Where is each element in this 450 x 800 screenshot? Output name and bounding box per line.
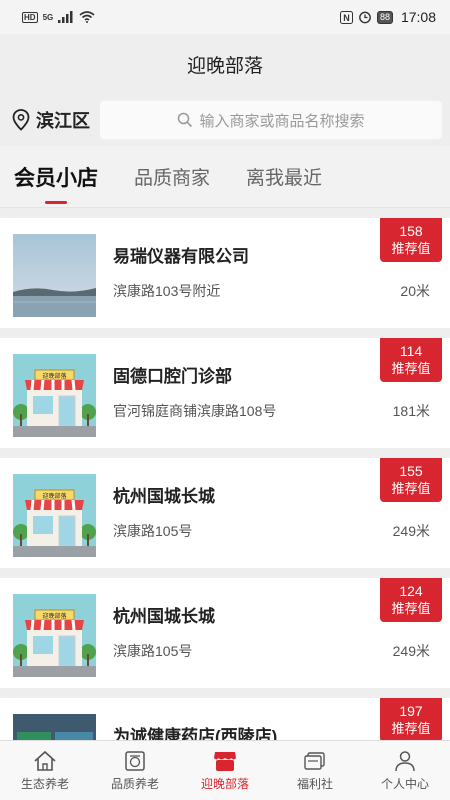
nav-quality-elderly[interactable]: 品质养老: [90, 741, 180, 800]
category-tabs: 会员小店 品质商家 离我最近: [0, 146, 450, 208]
home-icon: [34, 750, 56, 771]
shop-image-storefront: 迎晚部落: [13, 594, 96, 677]
recommend-score: 158: [399, 223, 423, 239]
tab-label: 会员小店: [14, 166, 98, 190]
recommend-score: 197: [399, 703, 423, 719]
wifi-icon: [79, 11, 95, 23]
recommend-score: 124: [399, 583, 423, 599]
search-row: 滨江区 输入商家或商品名称搜索: [0, 94, 450, 146]
tab-member-shops[interactable]: 会员小店: [14, 162, 98, 204]
tab-label: 品质商家: [134, 168, 211, 189]
shop-image-storefront: 迎晚部落: [13, 354, 96, 437]
location-selector[interactable]: 滨江区: [12, 107, 90, 133]
tab-nearest[interactable]: 离我最近: [246, 163, 322, 190]
shop-name: 为诚健康药店(西陵店): [113, 727, 278, 740]
search-icon: [178, 112, 193, 128]
tab-quality-merchants[interactable]: 品质商家: [134, 163, 210, 190]
nav-label: 福利社: [296, 776, 333, 791]
app-header: 迎晚部落: [0, 34, 450, 94]
shop-icon: [214, 751, 236, 771]
shop-address: 滨康路103号附近: [113, 283, 221, 299]
location-pin-icon: [12, 109, 30, 131]
shop-image-storefront: 迎晚部落: [13, 474, 96, 557]
shop-card[interactable]: 为诚健康药店(西陵店) 197 推荐值: [0, 698, 450, 740]
coupon-icon: [125, 750, 145, 771]
page-title: 迎晚部落: [186, 55, 263, 77]
shop-image-lake: [13, 234, 96, 317]
nav-label: 品质养老: [110, 776, 159, 791]
shop-card[interactable]: 易瑞仪器有限公司 滨康路103号附近 20米 158 推荐值: [0, 218, 450, 328]
battery-icon: 88: [376, 10, 393, 24]
store-sign: 迎晚部落: [42, 492, 66, 500]
recommend-label: 推荐值: [391, 361, 431, 376]
shop-name: 杭州国城长城: [113, 607, 215, 626]
recommend-badge: 155 推荐值: [380, 458, 442, 502]
recommend-label: 推荐值: [391, 601, 431, 616]
search-placeholder: 输入商家或商品名称搜索: [199, 112, 365, 130]
recommend-badge: 158 推荐值: [380, 218, 442, 262]
store-sign: 迎晚部落: [42, 372, 66, 380]
shop-card[interactable]: 迎晚部落 杭州国城长城 滨康路105号 249米 124 推荐值: [0, 578, 450, 688]
nav-label: 生态养老: [20, 776, 69, 791]
cards-icon: [304, 751, 325, 770]
svg-text:N: N: [343, 13, 350, 23]
hd-indicator: HD: [22, 11, 38, 23]
shop-name: 杭州国城长城: [113, 487, 215, 506]
recommend-score: 114: [399, 343, 423, 359]
recommend-score: 155: [399, 463, 423, 479]
recommend-badge: 124 推荐值: [380, 578, 442, 622]
recommend-badge: 197 推荐值: [380, 698, 442, 740]
shop-distance: 20米: [400, 283, 430, 299]
nav-label: 迎晚部落: [200, 776, 249, 791]
shop-distance: 249米: [392, 523, 430, 539]
shop-list: 易瑞仪器有限公司 滨康路103号附近 20米 158 推荐值 迎晚部落 固德口腔…: [0, 208, 450, 740]
shop-card[interactable]: 迎晚部落 固德口腔门诊部 官河锦庭商铺滨康路108号 181米 114 推荐值: [0, 338, 450, 448]
network-type: 5G: [42, 12, 54, 22]
nav-label: 个人中心: [380, 776, 429, 791]
recommend-badge: 114 推荐值: [380, 338, 442, 382]
tab-active-indicator: [45, 200, 67, 204]
shop-name: 易瑞仪器有限公司: [113, 247, 249, 266]
nfc-icon: N: [339, 10, 353, 24]
person-icon: [395, 750, 415, 771]
shop-image-pharmacy: [13, 714, 96, 740]
nav-eco-elderly[interactable]: 生态养老: [0, 741, 90, 800]
tab-label: 离我最近: [246, 168, 323, 189]
shop-address: 滨康路105号: [113, 523, 193, 539]
bottom-nav: 生态养老 品质养老 迎晚部落 福利社 个人中心: [0, 740, 450, 800]
shop-address: 滨康路105号: [113, 643, 193, 659]
nav-yingwan-tribe[interactable]: 迎晚部落: [180, 741, 270, 800]
location-name: 滨江区: [36, 111, 90, 131]
shop-name: 固德口腔门诊部: [113, 367, 232, 386]
shop-distance: 181米: [392, 403, 430, 419]
clock: 17:08: [400, 9, 436, 25]
recommend-label: 推荐值: [391, 241, 431, 256]
status-bar: HD 5G N 88 17:08: [0, 0, 450, 34]
shop-address: 官河锦庭商铺滨康路108号: [113, 403, 277, 419]
shop-distance: 249米: [392, 643, 430, 659]
recommend-label: 推荐值: [391, 481, 431, 496]
nav-profile[interactable]: 个人中心: [360, 741, 450, 800]
search-input[interactable]: 输入商家或商品名称搜索: [100, 101, 442, 139]
shop-card[interactable]: 迎晚部落 杭州国城长城 滨康路105号 249米 155 推荐值: [0, 458, 450, 568]
nav-welfare[interactable]: 福利社: [270, 741, 360, 800]
signal-icon: [58, 11, 73, 23]
store-sign: 迎晚部落: [42, 612, 66, 620]
recommend-label: 推荐值: [391, 721, 431, 736]
alarm-icon: [359, 11, 371, 24]
